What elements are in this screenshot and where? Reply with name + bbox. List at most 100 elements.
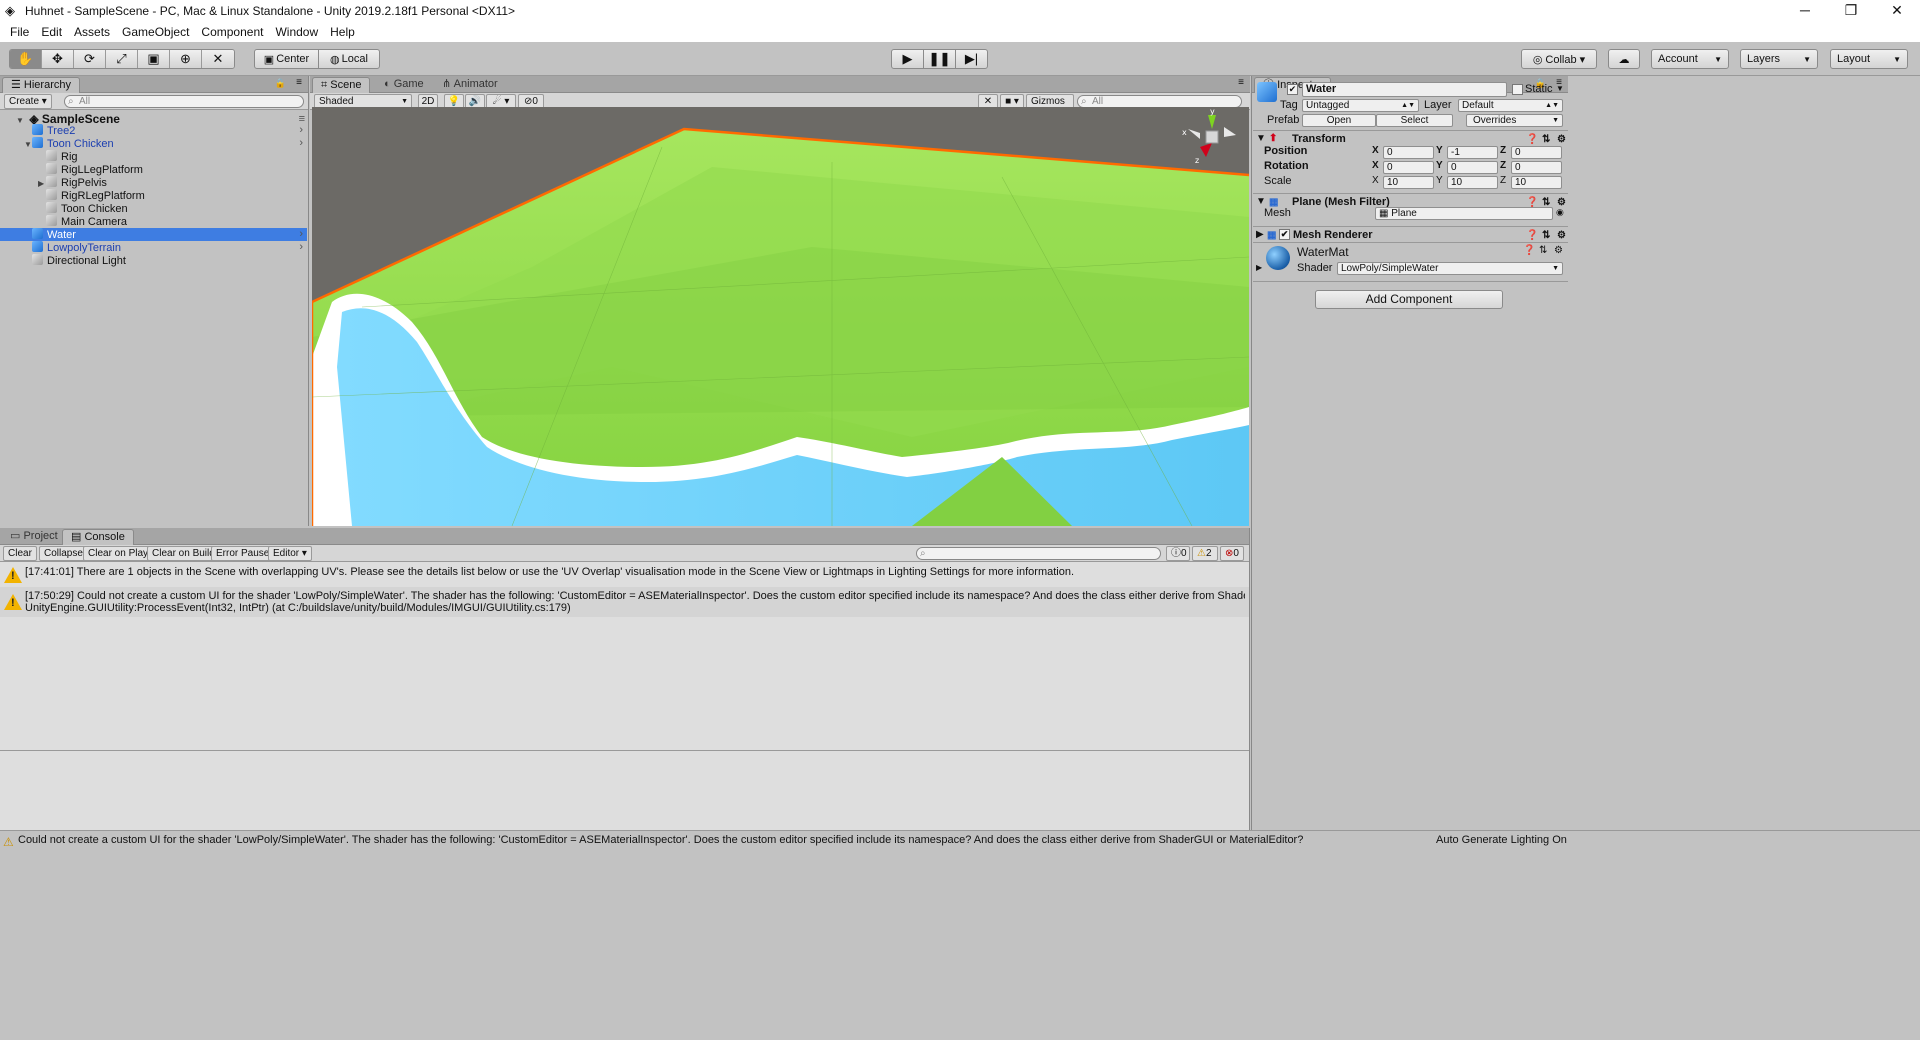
scale-tool-icon[interactable]: ⤢ bbox=[106, 50, 138, 68]
pause-button[interactable]: ❚❚ bbox=[923, 49, 956, 69]
transform-tool-icon[interactable]: ⊕ bbox=[170, 50, 202, 68]
hierarchy-item[interactable]: Main Camera bbox=[0, 215, 307, 228]
rect-tool-icon[interactable]: ▣ bbox=[138, 50, 170, 68]
clear-button[interactable]: Clear bbox=[3, 546, 37, 561]
status-message[interactable]: Could not create a custom UI for the sha… bbox=[18, 831, 1418, 850]
collab-button[interactable]: ◎ Collab ▾ bbox=[1521, 49, 1597, 69]
hierarchy-search-input[interactable]: ⌕ All bbox=[64, 95, 304, 108]
tag-dropdown[interactable]: Untagged ▲▼ bbox=[1302, 99, 1419, 112]
open-prefab-chevron-icon[interactable]: › bbox=[299, 137, 303, 150]
rotation-axis-label[interactable]: Y bbox=[1436, 160, 1443, 171]
step-button[interactable]: ▶| bbox=[955, 49, 988, 69]
material-settings-icon[interactable]: ⚙ bbox=[1554, 245, 1563, 256]
object-name-field[interactable]: Water bbox=[1302, 82, 1507, 97]
pivot-local-button[interactable]: ◍ Local bbox=[318, 49, 380, 69]
account-dropdown[interactable]: Account ▼ bbox=[1651, 49, 1729, 69]
rotation-z-field[interactable]: 0 bbox=[1511, 161, 1562, 174]
layout-dropdown[interactable]: Layout ▼ bbox=[1830, 49, 1908, 69]
open-prefab-chevron-icon[interactable]: › bbox=[299, 124, 303, 137]
preset-icon[interactable]: ⇅ bbox=[1539, 245, 1547, 256]
position-z-field[interactable]: 0 bbox=[1511, 146, 1562, 159]
position-y-field[interactable]: -1 bbox=[1447, 146, 1498, 159]
menu-edit[interactable]: Edit bbox=[35, 25, 68, 39]
clear-on-play-button[interactable]: Clear on Play bbox=[83, 546, 154, 561]
scale-axis-label[interactable]: Z bbox=[1500, 175, 1506, 186]
rotation-axis-label[interactable]: Z bbox=[1500, 160, 1506, 171]
collapse-button[interactable]: Collapse bbox=[39, 546, 88, 561]
pivot-center-button[interactable]: ▣ Center bbox=[254, 49, 319, 69]
play-button[interactable]: ▶ bbox=[891, 49, 924, 69]
open-prefab-chevron-icon[interactable]: › bbox=[299, 241, 303, 254]
position-axis-label[interactable]: Z bbox=[1500, 145, 1506, 156]
hierarchy-item[interactable]: RigLLegPlatform bbox=[0, 163, 307, 176]
menu-assets[interactable]: Assets bbox=[68, 25, 116, 39]
position-axis-label[interactable]: Y bbox=[1436, 145, 1443, 156]
hierarchy-item[interactable]: Water › bbox=[0, 228, 307, 241]
position-x-field[interactable]: 0 bbox=[1383, 146, 1434, 159]
error-count-toggle[interactable]: ⊗0 bbox=[1220, 546, 1244, 561]
scale-x-field[interactable]: 10 bbox=[1383, 176, 1434, 189]
clear-on-build-button[interactable]: Clear on Build bbox=[147, 546, 220, 561]
tab-animator[interactable]: ⋔ Animator bbox=[434, 77, 506, 93]
console-split-divider[interactable] bbox=[0, 750, 1249, 751]
active-checkbox[interactable]: ✔ bbox=[1287, 84, 1298, 95]
hierarchy-item[interactable]: LowpolyTerrain › bbox=[0, 241, 307, 254]
console-entry[interactable]: [17:41:01] There are 1 objects in the Sc… bbox=[0, 563, 1249, 587]
expand-arrow-icon[interactable]: ▶ bbox=[1256, 227, 1264, 243]
position-axis-label[interactable]: X bbox=[1372, 145, 1379, 156]
scene-gizmo[interactable]: y x z bbox=[1182, 107, 1242, 167]
hierarchy-item[interactable]: ▶ RigPelvis bbox=[0, 176, 307, 189]
tab-scene[interactable]: ⌗ Scene bbox=[312, 77, 371, 93]
static-dropdown-icon[interactable]: ▼ bbox=[1556, 84, 1564, 93]
scale-axis-label[interactable]: X bbox=[1372, 175, 1379, 186]
scale-z-field[interactable]: 10 bbox=[1511, 176, 1562, 189]
prefab-overrides-dropdown[interactable]: Overrides ▼ bbox=[1466, 114, 1563, 127]
menu-file[interactable]: File bbox=[4, 25, 35, 39]
console-entry[interactable]: [17:50:29] Could not create a custom UI … bbox=[0, 587, 1249, 617]
expand-arrow-icon[interactable]: ▶ bbox=[1256, 263, 1262, 272]
mesh-renderer-header[interactable]: ▶ ▦ ✔ Mesh Renderer ❓ ⇅ ⚙ bbox=[1253, 226, 1568, 242]
help-icon[interactable]: ❓ bbox=[1523, 245, 1535, 256]
static-checkbox[interactable] bbox=[1512, 84, 1523, 95]
menu-help[interactable]: Help bbox=[324, 25, 361, 39]
close-button[interactable]: ✕ bbox=[1874, 0, 1920, 22]
hierarchy-item[interactable]: Toon Chicken bbox=[0, 202, 307, 215]
hierarchy-item[interactable]: Tree2 › bbox=[0, 124, 307, 137]
lock-icon[interactable]: 🔒 bbox=[275, 78, 286, 89]
hierarchy-item[interactable]: Rig bbox=[0, 150, 307, 163]
mesh-renderer-enabled-checkbox[interactable]: ✔ bbox=[1279, 229, 1290, 240]
rotation-y-field[interactable]: 0 bbox=[1447, 161, 1498, 174]
tab-console[interactable]: ▤ Console bbox=[62, 529, 134, 545]
menu-component[interactable]: Component bbox=[195, 25, 269, 39]
prefab-open-button[interactable]: Open bbox=[1302, 114, 1376, 127]
log-count-toggle[interactable]: ⓘ0 bbox=[1166, 546, 1190, 561]
panel-menu-icon[interactable]: ≡ bbox=[296, 77, 302, 88]
minimize-button[interactable]: ─ bbox=[1782, 0, 1828, 22]
layer-dropdown[interactable]: Default ▲▼ bbox=[1458, 99, 1563, 112]
hierarchy-item[interactable]: Directional Light bbox=[0, 254, 307, 267]
tab-project[interactable]: ▭ Project bbox=[2, 529, 66, 545]
menu-window[interactable]: Window bbox=[269, 25, 324, 39]
hand-tool-icon[interactable]: ✋ bbox=[10, 50, 42, 68]
scale-axis-label[interactable]: Y bbox=[1436, 175, 1443, 186]
menu-gameobject[interactable]: GameObject bbox=[116, 25, 195, 39]
scene-viewport[interactable]: y x z bbox=[312, 107, 1249, 526]
cloud-button[interactable]: ☁ bbox=[1608, 49, 1640, 69]
open-prefab-chevron-icon[interactable]: › bbox=[299, 228, 303, 241]
panel-menu-icon[interactable]: ≡ bbox=[1238, 77, 1244, 88]
error-pause-button[interactable]: Error Pause bbox=[211, 546, 275, 561]
layers-dropdown[interactable]: Layers ▼ bbox=[1740, 49, 1818, 69]
add-component-button[interactable]: Add Component bbox=[1315, 290, 1503, 309]
scale-y-field[interactable]: 10 bbox=[1447, 176, 1498, 189]
rotation-axis-label[interactable]: X bbox=[1372, 160, 1379, 171]
transform-header[interactable]: ▼ ⬆ Transform ❓ ⇅ ⚙ bbox=[1253, 130, 1568, 146]
maximize-button[interactable]: ❐ bbox=[1828, 0, 1874, 22]
tab-hierarchy[interactable]: ☰ Hierarchy bbox=[2, 77, 80, 93]
rotate-tool-icon[interactable]: ⟳ bbox=[74, 50, 106, 68]
tab-game[interactable]: ◐ Game bbox=[376, 77, 432, 93]
hierarchy-item[interactable]: ▼ Toon Chicken › bbox=[0, 137, 307, 150]
hierarchy-item[interactable]: RigRLegPlatform bbox=[0, 189, 307, 202]
shader-dropdown[interactable]: LowPoly/SimpleWater ▼ bbox=[1337, 262, 1563, 275]
rotation-x-field[interactable]: 0 bbox=[1383, 161, 1434, 174]
console-search-input[interactable]: ⌕ bbox=[916, 547, 1161, 560]
